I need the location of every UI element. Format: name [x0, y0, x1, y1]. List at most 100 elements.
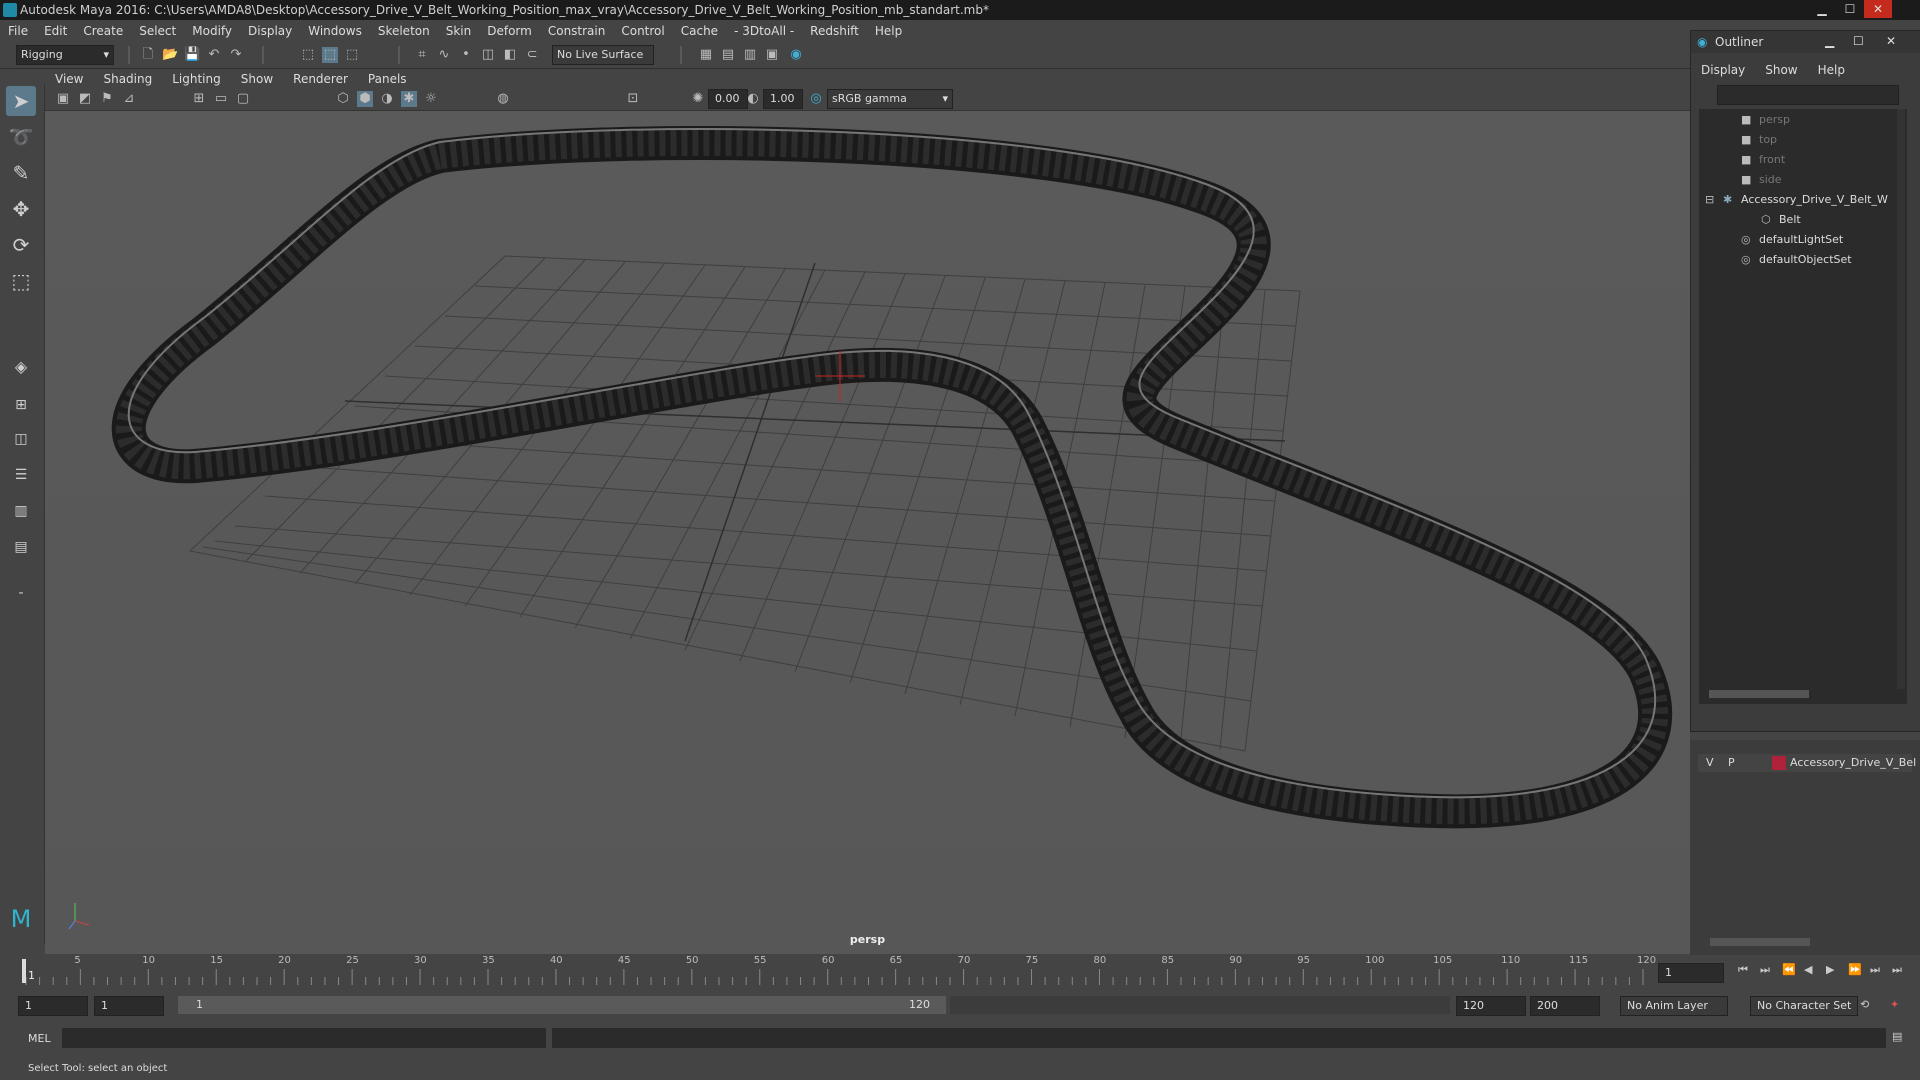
layout-four-icon[interactable]: ⊞ — [6, 390, 36, 420]
panel-menu-shading[interactable]: Shading — [93, 72, 162, 86]
menu-display[interactable]: Display — [240, 24, 300, 38]
select-hierarchy-icon[interactable]: ⬚ — [300, 47, 316, 63]
menu-file[interactable]: File — [0, 24, 36, 38]
textured-icon[interactable]: ◑ — [379, 91, 395, 107]
camera-select-icon[interactable]: ▣ — [55, 91, 71, 107]
snap-view-icon[interactable]: ◫ — [480, 47, 496, 63]
panel-menu-panels[interactable]: Panels — [358, 72, 417, 86]
menu-skin[interactable]: Skin — [438, 24, 480, 38]
rotate-tool-icon[interactable]: ⟳ — [6, 230, 36, 260]
isolate-icon[interactable]: ⊡ — [625, 91, 641, 107]
auto-key-icon[interactable]: ⟲ — [1860, 998, 1869, 1011]
menu-3dtoall[interactable]: - 3DtoAll - — [726, 24, 802, 38]
snap-point-icon[interactable]: • — [458, 47, 474, 63]
layout-hypershade-icon[interactable]: ▤ — [6, 532, 36, 562]
step-back-frame-icon[interactable]: ⏪ — [1782, 963, 1796, 976]
command-input[interactable] — [62, 1028, 546, 1048]
current-time-marker[interactable] — [22, 959, 26, 983]
outliner-maximize-button[interactable]: ☐ — [1853, 34, 1864, 48]
outliner-menu-help[interactable]: Help — [1808, 63, 1855, 81]
anim-layer-dropdown[interactable]: No Anim Layer — [1620, 996, 1728, 1016]
render-settings-icon[interactable]: ▥ — [742, 47, 758, 63]
gamma-field[interactable]: 1.00 — [763, 89, 803, 109]
panel-menu-lighting[interactable]: Lighting — [162, 72, 231, 86]
layer-row[interactable]: V P Accessory_Drive_V_Bel — [1698, 754, 1916, 772]
play-backward-icon[interactable]: ◀ — [1804, 963, 1812, 976]
layout-outliner-icon[interactable]: ☰ — [6, 460, 36, 490]
snap-grid-icon[interactable]: ⌗ — [414, 47, 430, 63]
layer-visibility-toggle[interactable]: V — [1706, 756, 1714, 769]
outliner-minimize-button[interactable]: ▁ — [1825, 34, 1834, 48]
lights-icon[interactable]: ✱ — [401, 91, 417, 107]
menu-create[interactable]: Create — [75, 24, 131, 38]
layer-playback-toggle[interactable]: P — [1728, 756, 1735, 769]
outliner-item[interactable]: ■ top — [1741, 131, 1777, 149]
outliner-hscroll[interactable] — [1709, 690, 1809, 698]
go-to-start-icon[interactable]: ⏮ — [1738, 963, 1748, 977]
menu-control[interactable]: Control — [613, 24, 672, 38]
time-slider[interactable]: 1 5 10 15 20 25 30 35 40 45 50 55 60 65 70 75 80 85 90 95 1… — [18, 955, 1658, 987]
save-scene-icon[interactable]: 💾 — [184, 47, 200, 63]
outliner-item[interactable]: ■ persp — [1741, 111, 1790, 129]
outliner-menu-display[interactable]: Display — [1691, 63, 1755, 81]
exposure-field[interactable]: 0.00 — [708, 89, 748, 109]
gamma-icon[interactable]: ◐ — [745, 91, 761, 107]
snap-curve-icon[interactable]: ∿ — [436, 47, 452, 63]
snap-surface-icon[interactable]: ◧ — [502, 47, 518, 63]
collapse-toolbox-icon[interactable]: - — [6, 578, 36, 608]
move-tool-icon[interactable]: ✥ — [6, 194, 36, 224]
menu-constrain[interactable]: Constrain — [540, 24, 614, 38]
render-view-icon[interactable]: ◉ — [788, 47, 804, 63]
select-component-icon[interactable]: ⬚ — [344, 47, 360, 63]
redo-icon[interactable]: ↷ — [228, 47, 244, 63]
minimize-button[interactable]: ▁ — [1808, 0, 1836, 18]
select-tool-icon[interactable]: ➤ — [6, 86, 36, 116]
panel-menu-renderer[interactable]: Renderer — [283, 72, 358, 86]
go-to-end-icon[interactable]: ⏭ — [1892, 963, 1902, 977]
render-current-icon[interactable]: ▦ — [698, 47, 714, 63]
layout-graph-icon[interactable]: ▥ — [6, 496, 36, 526]
script-editor-icon[interactable]: ▤ — [1892, 1030, 1902, 1043]
image-plane-icon[interactable]: ⊿ — [121, 91, 137, 107]
character-set-dropdown[interactable]: No Character Set — [1750, 996, 1858, 1016]
playback-end-field[interactable]: 120 — [1456, 996, 1526, 1016]
anim-prefs-icon[interactable]: ✦ — [1890, 998, 1899, 1011]
colorspace-dropdown[interactable]: sRGB gamma ▾ — [827, 89, 953, 109]
viewport-persp[interactable]: persp — [45, 111, 1690, 954]
smooth-shade-icon[interactable]: ⬢ — [357, 91, 373, 107]
resolution-gate-icon[interactable]: ▢ — [235, 91, 251, 107]
menu-edit[interactable]: Edit — [36, 24, 75, 38]
bookmark-icon[interactable]: ⚑ — [99, 91, 115, 107]
outliner-item[interactable]: ◎ defaultObjectSet — [1741, 251, 1852, 269]
outliner-item[interactable]: ◎ defaultLightSet — [1741, 231, 1843, 249]
scene-end-field[interactable]: 200 — [1530, 996, 1600, 1016]
menu-deform[interactable]: Deform — [479, 24, 540, 38]
panel-menu-show[interactable]: Show — [231, 72, 283, 86]
outliner-item[interactable]: ■ front — [1741, 151, 1785, 169]
step-forward-frame-icon[interactable]: ⏩ — [1848, 963, 1862, 976]
step-forward-key-icon[interactable]: ⏭ — [1870, 963, 1880, 977]
range-slider[interactable]: 1 120 — [178, 996, 946, 1014]
outliner-vscroll[interactable] — [1897, 109, 1905, 689]
maximize-button[interactable]: ☐ — [1836, 0, 1864, 18]
menu-modify[interactable]: Modify — [184, 24, 240, 38]
lasso-tool-icon[interactable]: ➰ — [6, 122, 36, 152]
layout-single-icon[interactable]: ◈ — [6, 352, 36, 382]
menu-set-dropdown[interactable]: Rigging ▾ — [16, 45, 114, 65]
menu-select[interactable]: Select — [131, 24, 184, 38]
wireframe-icon[interactable]: ⬡ — [335, 91, 351, 107]
menu-windows[interactable]: Windows — [300, 24, 370, 38]
outliner-search-input[interactable] — [1717, 85, 1899, 105]
outliner-menu-show[interactable]: Show — [1755, 63, 1807, 81]
layer-color-swatch[interactable] — [1772, 756, 1786, 770]
new-scene-icon[interactable]: 🗋 — [140, 47, 156, 63]
outliner-item[interactable]: ⬡ Belt — [1761, 211, 1801, 229]
scene-start-field[interactable]: 1 — [18, 996, 88, 1016]
menu-skeleton[interactable]: Skeleton — [370, 24, 438, 38]
ipr-render-icon[interactable]: ▤ — [720, 47, 736, 63]
live-surface-field[interactable]: No Live Surface — [552, 45, 654, 65]
close-button[interactable]: ✕ — [1864, 0, 1892, 18]
layout-two-icon[interactable]: ◫ — [6, 424, 36, 454]
undo-icon[interactable]: ↶ — [206, 47, 222, 63]
menu-redshift[interactable]: Redshift — [802, 24, 867, 38]
